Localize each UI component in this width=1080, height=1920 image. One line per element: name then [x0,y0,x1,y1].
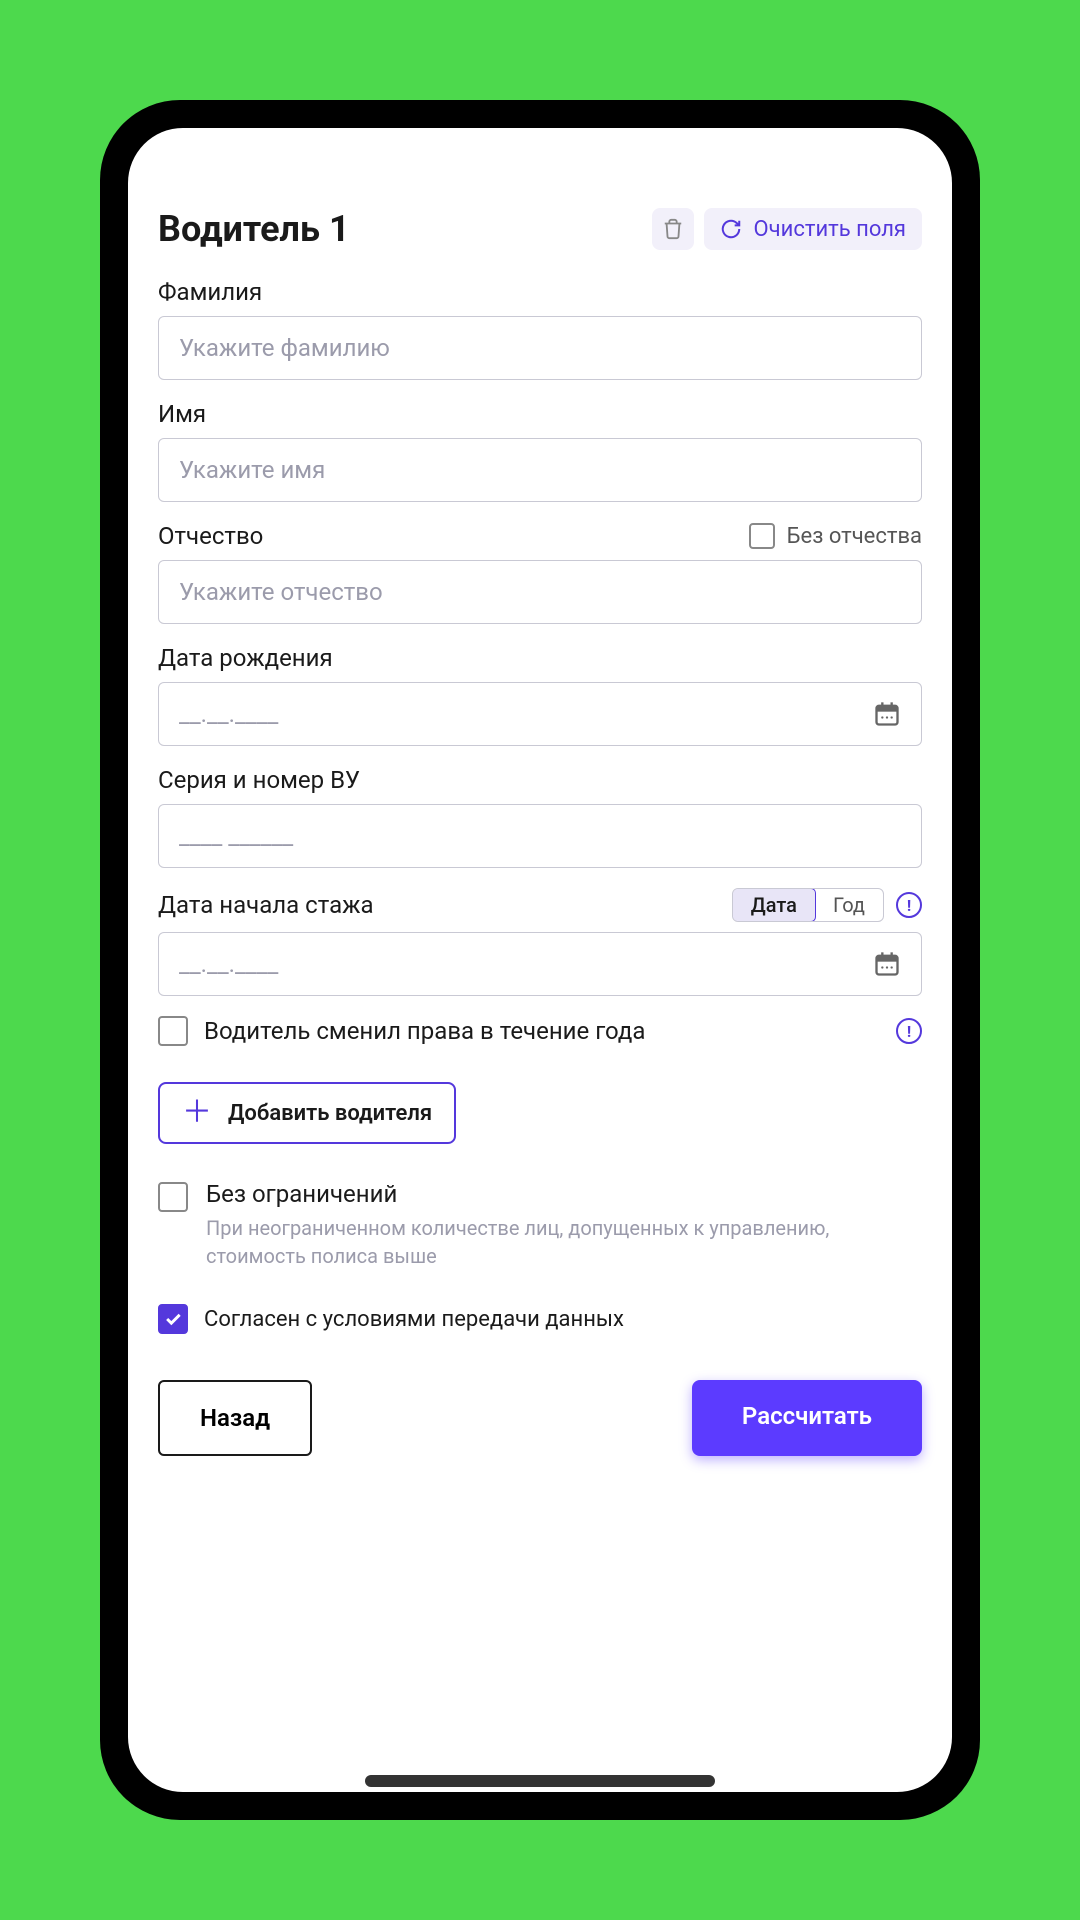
segment-date-option[interactable]: Дата [732,888,816,922]
field-firstname: Имя Укажите имя [158,400,922,502]
field-birthdate: Дата рождения __.__.____ [158,644,922,746]
header: Водитель 1 Очистить поля [158,208,922,250]
app-screen: Водитель 1 Очистить поля Фамилия Укажите… [128,128,952,1792]
no-limit-checkbox[interactable] [158,1182,188,1212]
phone-frame: Водитель 1 Очистить поля Фамилия Укажите… [100,100,980,1820]
add-driver-label: Добавить водителя [228,1101,432,1126]
footer-buttons: Назад Рассчитать [158,1380,922,1456]
patronymic-label: Отчество [158,522,263,550]
field-lastname: Фамилия Укажите фамилию [158,278,922,380]
add-driver-button[interactable]: ＋ Добавить водителя [158,1082,456,1144]
experience-mode-segment: Дата Год [732,888,884,922]
field-experience: Дата начала стажа Дата Год ! __.__.____ [158,888,922,996]
no-limit-text: Без ограничений При неограниченном колич… [206,1180,922,1270]
license-changed-checkbox[interactable] [158,1016,188,1046]
field-patronymic: Отчество Без отчества Укажите отчество [158,522,922,624]
page-title: Водитель 1 [158,208,350,250]
refresh-icon [720,218,742,240]
birthdate-input[interactable]: __.__.____ [158,682,922,746]
firstname-label: Имя [158,400,206,428]
calendar-icon [873,700,901,728]
calendar-icon [873,950,901,978]
license-label: Серия и номер ВУ [158,766,360,794]
experience-label: Дата начала стажа [158,891,374,919]
experience-input[interactable]: __.__.____ [158,932,922,996]
license-changed-label: Водитель сменил права в течение года [204,1017,880,1045]
back-button[interactable]: Назад [158,1380,312,1456]
no-limit-block: Без ограничений При неограниченном колич… [158,1180,922,1270]
no-limit-title: Без ограничений [206,1180,922,1208]
no-patronymic-toggle[interactable]: Без отчества [749,523,922,549]
consent-label: Согласен с условиями передачи данных [204,1307,624,1332]
clear-fields-label: Очистить поля [754,217,906,242]
segment-year-option[interactable]: Год [815,889,883,921]
patronymic-input[interactable]: Укажите отчество [158,560,922,624]
plus-icon: ＋ [182,1098,212,1128]
calculate-button[interactable]: Рассчитать [692,1380,922,1456]
license-changed-row: Водитель сменил права в течение года ! [158,1016,922,1046]
license-changed-info-icon[interactable]: ! [896,1018,922,1044]
firstname-input[interactable]: Укажите имя [158,438,922,502]
trash-icon [662,218,684,240]
experience-controls: Дата Год ! [732,888,922,922]
lastname-label: Фамилия [158,278,262,306]
consent-row: Согласен с условиями передачи данных [158,1304,922,1334]
license-input[interactable]: ____ ______ [158,804,922,868]
phone-home-bar [365,1775,715,1787]
experience-placeholder: __.__.____ [179,950,278,978]
field-license: Серия и номер ВУ ____ ______ [158,766,922,868]
header-actions: Очистить поля [652,208,922,250]
check-icon [163,1309,183,1329]
delete-button[interactable] [652,208,694,250]
consent-checkbox[interactable] [158,1304,188,1334]
no-patronymic-checkbox[interactable] [749,523,775,549]
lastname-input[interactable]: Укажите фамилию [158,316,922,380]
phone-inner: Водитель 1 Очистить поля Фамилия Укажите… [118,118,962,1802]
birthdate-label: Дата рождения [158,644,333,672]
no-patronymic-label: Без отчества [787,524,922,549]
experience-info-icon[interactable]: ! [896,892,922,918]
clear-fields-button[interactable]: Очистить поля [704,208,922,250]
no-limit-subtitle: При неограниченном количестве лиц, допущ… [206,1214,922,1270]
birthdate-placeholder: __.__.____ [179,700,278,728]
